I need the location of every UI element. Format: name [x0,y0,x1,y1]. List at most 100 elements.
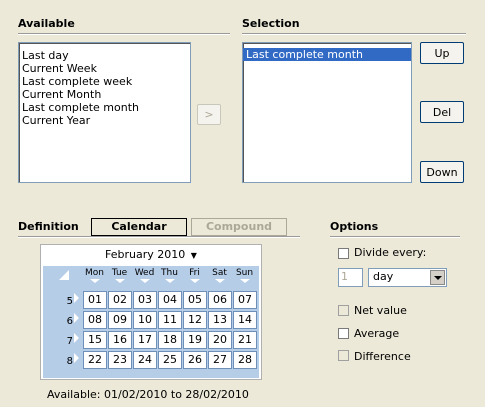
delete-button[interactable]: Del [420,101,464,123]
selection-divider [242,33,466,35]
day-cell[interactable]: 04 [158,291,182,309]
day-cell[interactable]: 08 [83,311,107,329]
day-cell[interactable]: 05 [183,291,207,309]
day-cell[interactable]: 18 [158,331,182,349]
day-cell[interactable]: 28 [233,351,257,369]
list-item[interactable]: Current Year [19,114,190,127]
select-week-triangle-icon[interactable] [74,353,79,363]
weekday-header[interactable]: Fri [183,268,206,283]
move-right-button[interactable]: > [197,104,221,125]
list-item[interactable]: Last complete week [19,75,190,88]
weekday-label: Mon [85,268,104,278]
select-week-triangle-icon[interactable] [74,333,79,343]
day-cell[interactable]: 13 [208,311,232,329]
day-cell[interactable]: 17 [133,331,157,349]
weekday-header[interactable]: Sat [208,268,231,283]
down-button[interactable]: Down [420,161,464,183]
down-label: Down [426,165,458,179]
options-title: Options [330,220,379,233]
week-number: 7 [66,336,73,347]
day-cell[interactable]: 26 [183,351,207,369]
week-number: 8 [66,356,73,367]
average-checkbox[interactable] [338,328,349,339]
select-all-triangle-icon[interactable] [59,270,69,280]
selection-list[interactable]: Last complete month [242,42,412,183]
delete-label: Del [432,105,452,119]
net-value-checkbox[interactable] [338,305,349,316]
weekday-label: Fri [189,268,200,278]
weekday-header[interactable]: Mon [83,268,106,283]
divide-unit-value: day [373,270,394,283]
select-column-triangle-icon [139,279,150,283]
day-cell[interactable]: 09 [108,311,132,329]
weekday-label: Sun [235,268,254,278]
definition-divider [18,236,300,238]
select-week-triangle-icon[interactable] [74,293,79,303]
net-value-label: Net value [354,304,407,317]
list-item[interactable]: Last complete month [19,101,190,114]
calendar-grid: Mon Tue Wed Thu Fri Sat Sun 5 01 02 03 04 05 06 07 6 08 0… [43,266,259,378]
month-selector[interactable]: February 2010 ▼ [41,245,261,265]
move-right-label: > [204,108,214,121]
weekday-label: Sat [212,268,227,278]
difference-checkbox[interactable] [338,350,349,361]
day-cell[interactable]: 12 [183,311,207,329]
tab-compound[interactable]: Compound [191,218,287,236]
month-label: February 2010 [105,248,186,261]
day-cell[interactable]: 02 [108,291,132,309]
day-cell[interactable]: 06 [208,291,232,309]
weekday-header[interactable]: Tue [108,268,131,283]
day-cell[interactable]: 10 [133,311,157,329]
weekday-label: Tue [111,268,128,278]
tab-calendar[interactable]: Calendar [91,218,187,236]
day-cell[interactable]: 11 [158,311,182,329]
divide-count-input[interactable]: 1 [338,268,363,287]
available-list[interactable]: Last day Current Week Last complete week Cu… [18,42,191,183]
day-cell[interactable]: 25 [158,351,182,369]
tab-calendar-label: Calendar [111,220,167,233]
select-column-triangle-icon [89,279,100,283]
day-cell[interactable]: 07 [233,291,257,309]
day-cell[interactable]: 23 [108,351,132,369]
available-title: Available [18,17,75,30]
difference-label: Difference [354,350,411,363]
day-cell[interactable]: 19 [183,331,207,349]
select-column-triangle-icon [164,279,175,283]
day-cell[interactable]: 27 [208,351,232,369]
definition-title: Definition [18,220,79,233]
up-label: Up [434,46,450,60]
select-column-triangle-icon [189,279,200,283]
day-cell[interactable]: 14 [233,311,257,329]
list-item[interactable]: Current Month [19,88,190,101]
day-cell[interactable]: 22 [83,351,107,369]
day-cell[interactable]: 03 [133,291,157,309]
weekday-label: Wed [134,268,155,278]
available-range-text: Available: 01/02/2010 to 28/02/2010 [47,388,249,401]
week-number: 5 [66,296,73,307]
week-number: 6 [66,316,73,327]
chevron-down-icon[interactable] [430,270,445,285]
day-cell[interactable]: 01 [83,291,107,309]
list-item[interactable]: Last day [19,49,190,62]
up-button[interactable]: Up [420,42,464,64]
day-cell[interactable]: 16 [108,331,132,349]
select-column-triangle-icon [114,279,125,283]
day-cell[interactable]: 20 [208,331,232,349]
chevron-down-icon: ▼ [190,251,197,260]
list-item[interactable]: Current Week [19,62,190,75]
day-cell[interactable]: 15 [83,331,107,349]
weekday-header[interactable]: Sun [233,268,256,283]
weekday-header[interactable]: Wed [133,268,156,283]
weekday-header[interactable]: Thu [158,268,181,283]
divide-unit-select[interactable]: day [368,268,447,287]
options-divider [330,236,460,238]
select-week-triangle-icon[interactable] [74,313,79,323]
select-column-triangle-icon [214,279,225,283]
list-item[interactable]: Last complete month [243,48,411,61]
tab-compound-label: Compound [205,220,273,233]
day-cell[interactable]: 24 [133,351,157,369]
selection-title: Selection [242,17,300,30]
day-cell[interactable]: 21 [233,331,257,349]
divide-every-checkbox[interactable] [338,248,349,259]
divide-every-label: Divide every: [354,246,427,259]
